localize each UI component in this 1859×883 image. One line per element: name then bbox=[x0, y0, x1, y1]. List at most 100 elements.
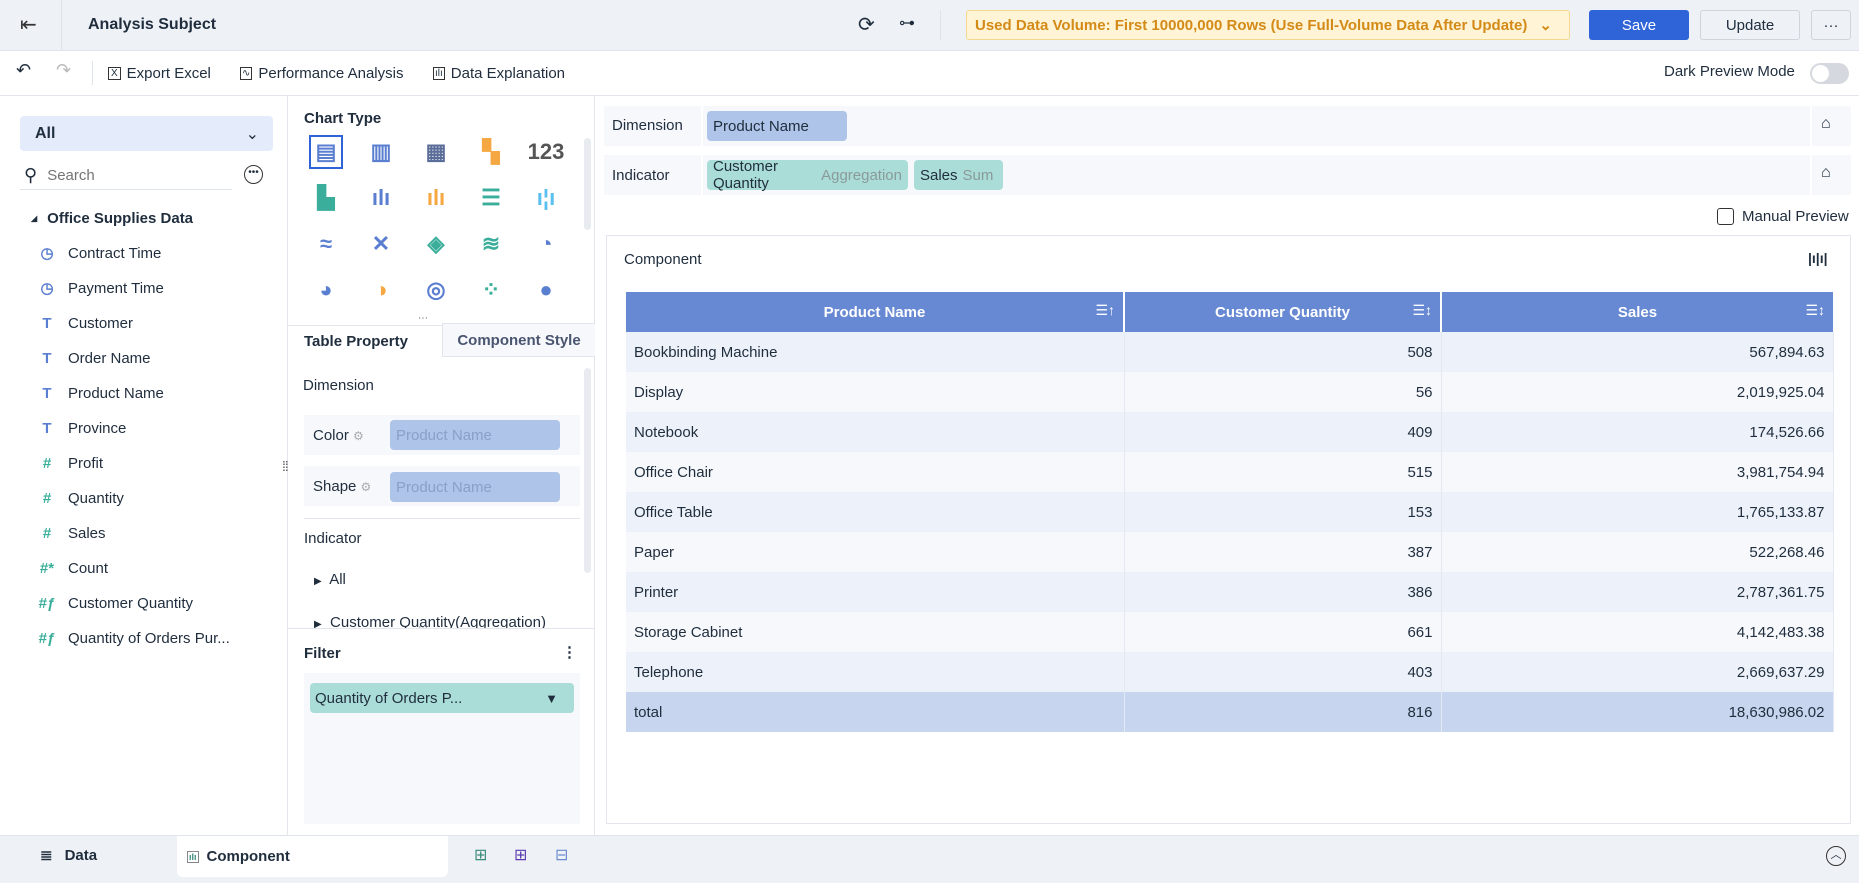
dataset-dropdown[interactable]: All ⌄ bbox=[20, 116, 273, 151]
checkbox[interactable] bbox=[1717, 208, 1734, 225]
data-explanation-button[interactable]: ılı Data Explanation bbox=[433, 62, 565, 84]
exit-icon[interactable]: ⇤ bbox=[20, 12, 37, 37]
tab-component-style[interactable]: Component Style bbox=[442, 323, 595, 357]
table-row[interactable]: Printer 386 2,787,361.75 bbox=[626, 572, 1834, 612]
field-item[interactable]: #* Count bbox=[38, 556, 108, 580]
treemap-chart-icon[interactable]: ▚ bbox=[474, 135, 508, 169]
data-table-container: Product Name ☰↑ Customer Quantity ☰↕ Sales… bbox=[626, 292, 1834, 732]
table-row[interactable]: Bookbinding Machine 508 567,894.63 bbox=[626, 332, 1834, 372]
field-item[interactable]: #ƒ Customer Quantity bbox=[38, 591, 193, 615]
field-item[interactable]: T Province bbox=[38, 416, 126, 440]
group-table-chart-icon[interactable]: ▥ bbox=[364, 135, 398, 169]
column-header[interactable]: Product Name ☰↑ bbox=[626, 292, 1125, 332]
column-header[interactable]: Sales ☰↕ bbox=[1441, 292, 1833, 332]
table-row[interactable]: Storage Cabinet 661 4,142,483.38 bbox=[626, 612, 1834, 652]
add-layout-icon[interactable]: ⊞ bbox=[514, 845, 527, 865]
save-button[interactable]: Save bbox=[1589, 10, 1689, 40]
donut-chart-icon[interactable]: ◎ bbox=[419, 273, 453, 307]
field-label: Count bbox=[68, 559, 109, 577]
clear-brush-icon[interactable]: ⌂ bbox=[1821, 115, 1831, 133]
pie-chart-icon[interactable]: ◕ bbox=[309, 273, 343, 307]
table-row[interactable]: Office Table 153 1,765,133.87 bbox=[626, 492, 1834, 532]
search-box[interactable]: ⚲ bbox=[20, 161, 232, 190]
grouped-column-chart-icon[interactable]: ılı bbox=[364, 181, 398, 215]
manual-preview-checkbox[interactable]: Manual Preview bbox=[1717, 208, 1849, 225]
field-item[interactable]: # Profit bbox=[38, 451, 103, 475]
field-item[interactable]: ◷ Contract Time bbox=[38, 241, 161, 265]
lineage-icon[interactable]: ⊶ bbox=[899, 13, 915, 33]
radar-chart-icon[interactable]: ◈ bbox=[419, 227, 453, 261]
gauge-chart-icon[interactable]: ◔ bbox=[529, 227, 563, 261]
table-row[interactable]: Paper 387 522,268.46 bbox=[626, 532, 1834, 572]
tab-data[interactable]: ≣ Data bbox=[40, 846, 97, 865]
sort-icon[interactable]: ☰↕ bbox=[1805, 302, 1825, 319]
area-chart-icon[interactable]: ≋ bbox=[474, 227, 508, 261]
clear-brush-icon[interactable]: ⌂ bbox=[1821, 164, 1831, 182]
column-header[interactable]: Customer Quantity ☰↕ bbox=[1124, 292, 1442, 332]
export-excel-button[interactable]: X Export Excel bbox=[108, 62, 211, 84]
update-button[interactable]: Update bbox=[1700, 10, 1800, 40]
dimension-chip[interactable]: Product Name bbox=[707, 111, 847, 141]
kpi-number-chart-icon[interactable]: 123 bbox=[528, 135, 565, 169]
cross-line-chart-icon[interactable]: ✕ bbox=[364, 227, 398, 261]
indicator-title: Indicator bbox=[304, 530, 362, 547]
tab-component[interactable]: ılı Component bbox=[177, 836, 448, 877]
redo-icon[interactable]: ↷ bbox=[56, 60, 71, 81]
waterfall-chart-icon[interactable]: ı¦ı bbox=[529, 181, 563, 215]
add-report-icon[interactable]: ⊟ bbox=[555, 845, 568, 865]
line-chart-icon[interactable]: ≈ bbox=[309, 227, 343, 261]
bubble-chart-icon[interactable]: ● bbox=[529, 273, 563, 307]
detail-table-chart-icon[interactable]: ▦ bbox=[419, 135, 453, 169]
more-options-icon[interactable]: ••• bbox=[244, 165, 263, 184]
cell-product: Storage Cabinet bbox=[626, 612, 1125, 652]
scrollbar[interactable] bbox=[584, 368, 591, 573]
table-row[interactable]: Telephone 403 2,669,637.29 bbox=[626, 652, 1834, 692]
tab-table-property[interactable]: Table Property bbox=[288, 325, 442, 357]
field-item[interactable]: T Product Name bbox=[38, 381, 163, 405]
resize-handle[interactable]: ⋯ bbox=[418, 313, 428, 324]
field-item[interactable]: T Order Name bbox=[38, 346, 150, 370]
field-item[interactable]: T Customer bbox=[38, 311, 133, 335]
color-field-chip[interactable]: Product Name bbox=[390, 420, 560, 450]
cell-customer-quantity: 515 bbox=[1124, 452, 1442, 492]
text-field-icon: T bbox=[42, 349, 52, 367]
resize-handle[interactable]: ⁞⁞ bbox=[282, 458, 289, 474]
collapse-up-icon[interactable]: ︿ bbox=[1826, 846, 1846, 866]
scatter-chart-icon[interactable]: ⁘ bbox=[474, 273, 508, 307]
refresh-icon[interactable]: ⟳ bbox=[858, 12, 875, 37]
field-item[interactable]: # Sales bbox=[38, 521, 106, 545]
cross-table-chart-icon[interactable]: ▤ bbox=[309, 135, 343, 169]
scrollbar[interactable] bbox=[584, 138, 591, 230]
data-volume-dropdown[interactable]: Used Data Volume: First 10000,000 Rows (… bbox=[966, 10, 1570, 40]
multi-pie-chart-icon[interactable]: ◑ bbox=[364, 273, 398, 307]
indicator-chip-customer-quantity[interactable]: Customer Quantity Aggregation bbox=[707, 158, 908, 192]
field-label: Quantity bbox=[68, 489, 124, 507]
sort-icon[interactable]: ☰↕ bbox=[1412, 302, 1432, 319]
performance-analysis-button[interactable]: ∿ Performance Analysis bbox=[240, 62, 403, 84]
more-button[interactable]: ··· bbox=[1811, 10, 1851, 40]
filter-chip[interactable]: Quantity of Orders P... ▼ bbox=[310, 683, 574, 713]
table-row[interactable]: Office Chair 515 3,981,754.94 bbox=[626, 452, 1834, 492]
field-item[interactable]: # Quantity bbox=[38, 486, 124, 510]
table-row[interactable]: Display 56 2,019,925.04 bbox=[626, 372, 1834, 412]
field-item[interactable]: ◷ Payment Time bbox=[38, 276, 163, 300]
table-row[interactable]: Notebook 409 174,526.66 bbox=[626, 412, 1834, 452]
field-item[interactable]: #ƒ Quantity of Orders Pur... bbox=[38, 626, 230, 650]
dark-preview-toggle[interactable] bbox=[1810, 63, 1849, 84]
resize-handle[interactable]: ⋯ bbox=[418, 622, 428, 633]
barcode-icon[interactable]: |ı|ı| bbox=[1808, 250, 1828, 266]
multi-column-chart-icon[interactable]: ılı bbox=[419, 181, 453, 215]
undo-icon[interactable]: ↶ bbox=[16, 60, 31, 81]
filter-more-icon[interactable]: ⋮ bbox=[562, 643, 577, 661]
indicator-item-customer-quantity[interactable]: ▶ Customer Quantity(Aggregation) bbox=[314, 614, 546, 628]
bar-chart-icon[interactable]: ☰ bbox=[474, 181, 508, 215]
stacked-column-chart-icon[interactable]: ▙ bbox=[309, 181, 343, 215]
add-chart-icon[interactable]: ⊞ bbox=[474, 845, 487, 865]
tree-group-office-supplies[interactable]: ◢ Office Supplies Data bbox=[31, 210, 193, 227]
shape-field-chip[interactable]: Product Name bbox=[390, 472, 560, 502]
indicator-chip-sales[interactable]: Sales Sum bbox=[914, 160, 1003, 190]
indicator-item-all[interactable]: ▶ All bbox=[314, 571, 346, 588]
sort-asc-icon[interactable]: ☰↑ bbox=[1095, 302, 1115, 319]
search-input[interactable] bbox=[47, 166, 208, 184]
cell-sales: 2,019,925.04 bbox=[1441, 372, 1834, 412]
